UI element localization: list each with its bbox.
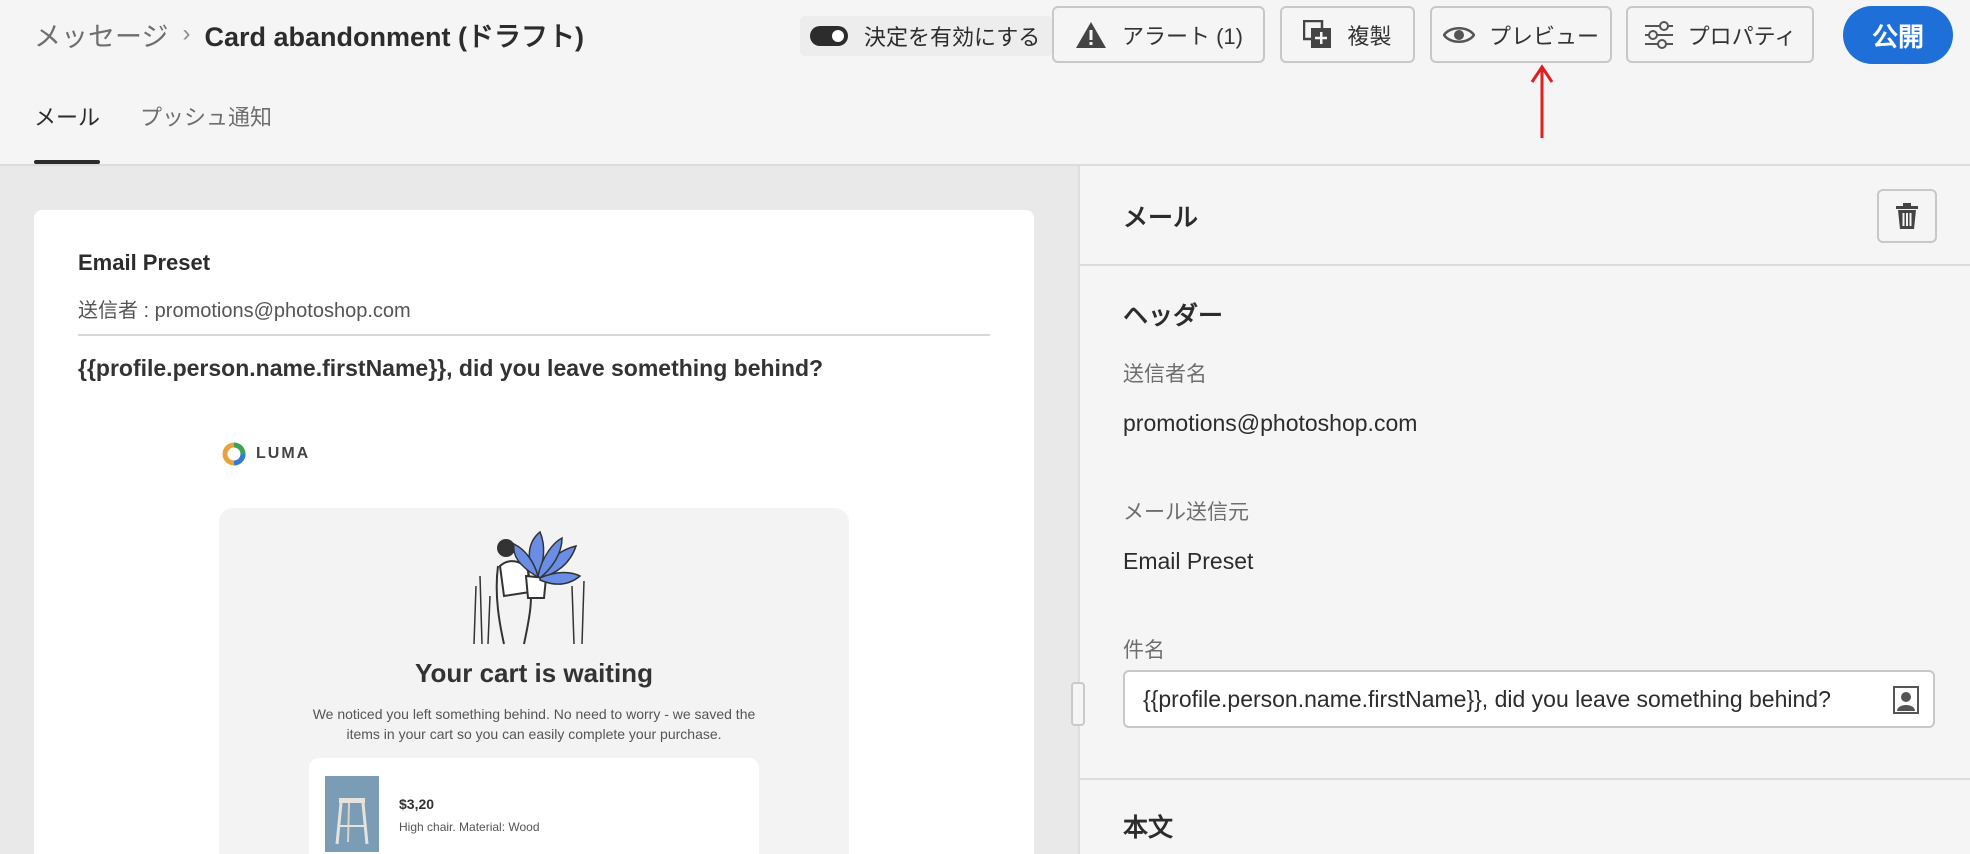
top-bar: メッセージ › Card abandonment (ドラフト) 決定を有効にする… — [0, 0, 1970, 70]
luma-logo: LUMA — [222, 442, 310, 466]
cart-headline: Your cart is waiting — [415, 658, 653, 688]
card-divider — [78, 334, 990, 336]
properties-button[interactable]: プロパティ — [1626, 6, 1814, 63]
email-preview-card: Email Preset 送信者 : promotions@photoshop.… — [34, 210, 1034, 854]
toggle-label: 決定を有効にする — [864, 25, 1041, 50]
delete-button[interactable] — [1877, 189, 1937, 243]
header-section-title: ヘッダー — [1123, 302, 1224, 330]
breadcrumb: メッセージ › Card abandonment (ドラフト) — [34, 16, 584, 52]
email-subject: {{profile.person.name.firstName}}, did y… — [78, 355, 824, 381]
email-from-value: Email Preset — [1123, 548, 1254, 574]
cart-description: We noticed you left something behind. No… — [312, 706, 756, 742]
publish-button[interactable]: 公開 — [1843, 6, 1953, 64]
email-from-label: メール送信元 — [1123, 501, 1249, 524]
page-title: Card abandonment (ドラフト) — [204, 21, 584, 52]
breadcrumb-separator: › — [182, 20, 191, 47]
preview-button[interactable]: プレビュー — [1430, 6, 1612, 63]
luma-logo-icon — [222, 442, 246, 466]
body-section-title: 本文 — [1123, 814, 1174, 842]
email-preset-name: Email Preset — [78, 250, 211, 275]
alert-icon — [1075, 21, 1106, 48]
plant-illustration-icon — [473, 530, 585, 645]
channel-tabs: メール プッシュ通知 — [34, 100, 272, 164]
properties-icon — [1644, 20, 1673, 49]
toggle-knob — [832, 30, 844, 42]
stool-icon — [335, 798, 369, 845]
email-preview-pane: Email Preset 送信者 : promotions@photoshop.… — [0, 166, 1078, 854]
breadcrumb-parent-link[interactable]: メッセージ — [34, 15, 168, 54]
decisioning-toggle[interactable]: 決定を有効にする — [800, 16, 1053, 56]
tab-push-notification[interactable]: プッシュ通知 — [140, 100, 272, 164]
email-body-content: Your cart is waiting We noticed you left… — [219, 508, 849, 854]
subject-input[interactable]: {{profile.person.name.firstName}}, did y… — [1123, 670, 1935, 728]
duplicate-label: 複製 — [1347, 23, 1392, 49]
panel-divider-body — [1080, 778, 1970, 780]
alert-button[interactable]: アラート (1) — [1052, 6, 1265, 63]
sender-name-label: 送信者名 — [1123, 363, 1207, 386]
duplicate-icon — [1303, 19, 1332, 48]
alert-label: アラート (1) — [1121, 23, 1243, 49]
luma-logo-text: LUMA — [256, 445, 311, 462]
annotation-arrow-icon — [1530, 64, 1554, 138]
trash-icon — [1896, 203, 1918, 229]
product-price: $3,20 — [399, 796, 435, 812]
sender-name-value: promotions@photoshop.com — [1123, 410, 1418, 436]
duplicate-button[interactable]: 複製 — [1280, 6, 1415, 63]
preview-label: プレビュー — [1488, 23, 1599, 49]
properties-label: プロパティ — [1687, 23, 1797, 49]
panel-title: メール — [1123, 204, 1199, 232]
panel-divider — [1080, 264, 1970, 266]
eye-icon — [1442, 26, 1475, 43]
product-description: High chair. Material: Wood — [399, 820, 540, 834]
email-properties-pane: メール ヘッダー 送信者名 promotions@photoshop.com メ… — [1080, 166, 1970, 854]
tab-email[interactable]: メール — [34, 100, 101, 164]
toggle-switch[interactable] — [810, 26, 848, 46]
subject-input-value: {{profile.person.name.firstName}}, did y… — [1143, 686, 1831, 712]
email-sender: 送信者 : promotions@photoshop.com — [78, 300, 411, 322]
subject-label: 件名 — [1123, 639, 1165, 662]
product-card: $3,20 High chair. Material: Wood — [309, 758, 759, 854]
personalization-icon[interactable] — [1893, 686, 1919, 714]
product-image — [325, 776, 379, 852]
